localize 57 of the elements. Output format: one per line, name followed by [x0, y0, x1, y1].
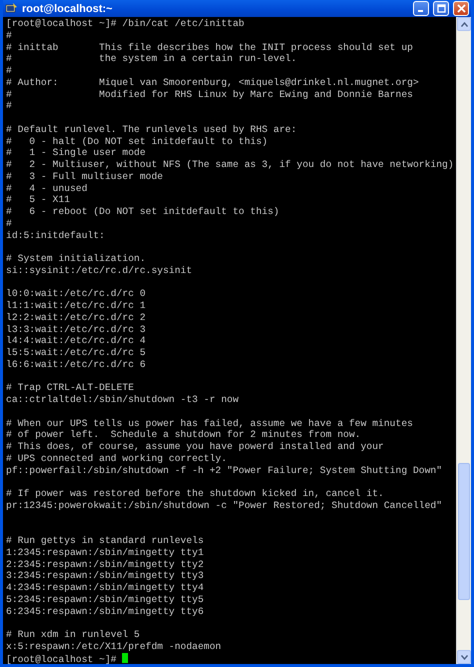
text-cursor [122, 652, 128, 662]
terminal-line: # 1 - Single user mode [6, 147, 146, 158]
terminal-line: # 5 - X11 [6, 194, 70, 206]
terminal-line: l4:4:wait:/etc/rc.d/rc 4 [6, 335, 146, 346]
terminal-line: # Default runlevel. The runlevels used by RHS are: [6, 124, 297, 135]
terminal-line: # 3 - Full multiuser mode [6, 170, 163, 182]
scroll-up-button[interactable] [457, 17, 471, 31]
terminal-line: ca::ctrlaltdel:/sbin/shutdown -t3 -r now [6, 394, 239, 405]
terminal-line: 3:2345:respawn:/sbin/mingetty tty3 [6, 570, 204, 582]
shell-prompt: [root@localhost ~]# [6, 654, 116, 664]
terminal-line: # the system in a certain run-level. [6, 53, 297, 64]
terminal-app-icon [5, 2, 18, 15]
terminal-line: id:5:initdefault: [6, 230, 105, 240]
terminal-line: pf::powerfail:/sbin/shutdown -f -h +2 "Power Failure; System Shutting Down" [6, 464, 442, 476]
terminal-line: # [6, 30, 12, 41]
maximize-icon [436, 4, 446, 13]
terminal-line: l5:5:wait:/etc/rc.d/rc 5 [6, 347, 146, 358]
terminal-line: # System initialization. [6, 253, 146, 264]
terminal-line: # Trap CTRL-ALT-DELETE [6, 382, 134, 394]
scroll-thumb[interactable] [458, 463, 470, 600]
terminal-line: # 6 - reboot (Do NOT set initdefault to this) [6, 206, 280, 217]
maximize-button[interactable] [433, 1, 449, 16]
terminal-line: # 2 - Multiuser, without NFS (The same as 3, if you do not have networking) [6, 159, 454, 170]
terminal-line: # When our UPS tells us power has failed, assume we have a few minutes [6, 418, 413, 428]
terminal-line: 5:2345:respawn:/sbin/mingetty tty5 [6, 594, 204, 605]
terminal-line: l0:0:wait:/etc/rc.d/rc 0 [6, 288, 146, 300]
terminal-line: # UPS connected and working correctly. [6, 452, 227, 464]
terminal-line: # If power was restored before the shutdown kicked in, cancel it. [6, 488, 384, 499]
terminal-line: pr:12345:powerokwait:/sbin/shutdown -c "Power Restored; Shutdown Cancelled" [6, 500, 442, 511]
terminal-line: 2:2345:respawn:/sbin/mingetty tty2 [6, 558, 204, 570]
terminal-line: [root@localhost ~]# /bin/cat /etc/inittab [6, 18, 244, 29]
terminal-line: # [6, 100, 12, 112]
close-button[interactable] [453, 1, 469, 16]
terminal-line: si::sysinit:/etc/rc.d/rc.sysinit [6, 264, 192, 276]
terminal-line: # Modified for RHS Linux by Marc Ewing and Donnie Barnes [6, 88, 413, 100]
terminal-line: # Author: Miquel van Smoorenburg, <miquels@drinkel.nl.mugnet.org> [6, 76, 419, 88]
terminal-line: l3:3:wait:/etc/rc.d/rc 3 [6, 324, 146, 334]
terminal-line: # Run xdm in runlevel 5 [6, 629, 140, 640]
terminal-line: l2:2:wait:/etc/rc.d/rc 2 [6, 312, 146, 323]
terminal-line: 4:2345:respawn:/sbin/mingetty tty4 [6, 582, 204, 593]
terminal-line: # [6, 218, 12, 229]
terminal-line: x:5:respawn:/etc/X11/prefdm -nodaemon [6, 640, 222, 652]
terminal-line: 6:2345:respawn:/sbin/mingetty tty6 [6, 606, 204, 616]
terminal-line: # 4 - unused [6, 182, 88, 194]
terminal-line: # [6, 65, 12, 76]
terminal-line: # This does, of course, assume you have powerd installed and your [6, 441, 384, 452]
minimize-button[interactable] [413, 1, 429, 16]
terminal-line: # Run gettys in standard runlevels [6, 535, 204, 546]
terminal-line: # of power left. Schedule a shutdown for 2 minutes from now. [6, 429, 361, 440]
terminal-line: # 0 - halt (Do NOT set initdefault to this) [6, 136, 268, 146]
window-title: root@localhost:~ [22, 2, 114, 14]
scroll-down-button[interactable] [457, 650, 471, 664]
terminal-line: l1:1:wait:/etc/rc.d/rc 1 [6, 300, 146, 311]
terminal-line: 1:2345:respawn:/sbin/mingetty tty1 [6, 546, 204, 558]
terminal-line: l6:6:wait:/etc/rc.d/rc 6 [6, 358, 146, 370]
close-icon [456, 4, 466, 13]
terminal-line: # inittab This file describes how the INIT process should set up [6, 42, 413, 52]
